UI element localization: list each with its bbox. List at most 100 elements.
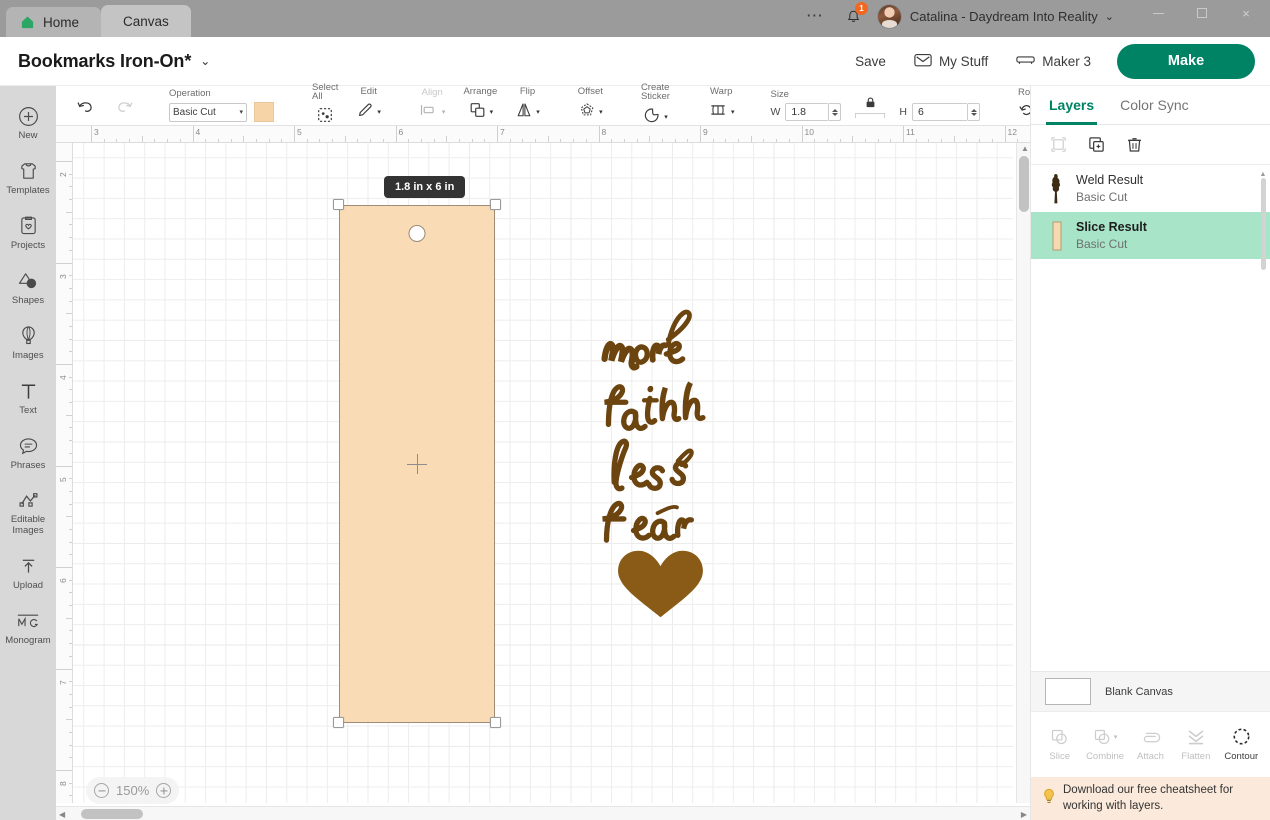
operation-select[interactable]: Basic Cut ▾	[169, 102, 247, 122]
ruler-tick-major	[395, 126, 397, 142]
group-icon[interactable]	[1047, 134, 1069, 156]
speech-bubble-icon	[18, 435, 39, 457]
ruler-tick-minor	[66, 414, 72, 416]
my-stuff-button[interactable]: My Stuff	[900, 53, 1002, 70]
sidebar-item-shapes[interactable]: Shapes	[0, 261, 56, 316]
bookmark-hole	[408, 225, 426, 242]
warp-control[interactable]: Warp ▾	[699, 87, 744, 124]
create-sticker-control[interactable]: Create Sticker ▾	[632, 82, 679, 129]
make-button[interactable]: Make	[1117, 43, 1255, 79]
ruler-tick-major	[56, 262, 72, 264]
scroll-left-arrow-icon[interactable]: ◀	[59, 810, 65, 819]
bookmark-shape[interactable]	[339, 205, 495, 723]
save-button[interactable]: Save	[841, 54, 900, 69]
ellipsis-icon[interactable]: ⋯	[796, 7, 839, 30]
ruler-tick-minor	[66, 211, 72, 213]
operation-color-swatch[interactable]	[254, 102, 274, 123]
sidebar-label-upload: Upload	[12, 580, 44, 592]
ruler-label: 3	[58, 273, 68, 279]
bell-icon[interactable]: 1	[839, 2, 869, 32]
ruler-vertical: 23456789	[56, 143, 73, 803]
canvas-scrollbar-vertical[interactable]: ▲	[1016, 143, 1030, 803]
scroll-up-arrow-icon[interactable]: ▲	[1021, 144, 1029, 153]
layer-name: Weld Result	[1076, 172, 1144, 187]
height-label: H	[899, 106, 907, 118]
layer-list-scrollbar-thumb[interactable]	[1260, 178, 1266, 270]
minimize-icon[interactable]	[1136, 0, 1180, 26]
sidebar-item-text[interactable]: Text	[0, 371, 56, 426]
project-title-chevron-down-icon[interactable]: ⌄	[200, 54, 210, 68]
tab-canvas[interactable]: Canvas	[101, 5, 191, 37]
close-icon[interactable]: ×	[1224, 0, 1268, 26]
sidebar-item-monogram[interactable]: Monogram	[0, 601, 56, 656]
edit-control[interactable]: Edit ▾	[347, 87, 390, 124]
ruler-tick-major	[700, 126, 701, 142]
pencil-icon	[356, 101, 374, 124]
align-control[interactable]: Align ▾	[410, 88, 455, 123]
sidebar-item-editable-images[interactable]: Editable Images	[0, 480, 56, 546]
machine-selector[interactable]: Maker 3	[1002, 53, 1105, 69]
zoom-in-icon[interactable]	[156, 783, 172, 798]
align-label: Align	[421, 87, 443, 99]
zoom-out-icon[interactable]	[94, 783, 109, 798]
layer-row-slice-result[interactable]: Slice Result Basic Cut	[1031, 212, 1270, 259]
home-icon	[20, 15, 35, 30]
tip-banner[interactable]: Download our free cheatsheet for working…	[1031, 777, 1270, 820]
canvas-background-label: Blank Canvas	[1105, 685, 1173, 698]
layer-row-weld-result[interactable]: Weld Result Basic Cut	[1031, 165, 1270, 212]
height-stepper[interactable]	[968, 103, 980, 121]
contour-label: Contour	[1224, 751, 1259, 762]
canvas-scrollbar-vertical-thumb[interactable]	[1019, 156, 1029, 212]
canvas-thumbnail[interactable]	[1045, 678, 1091, 705]
lock-aspect-ratio-toggle[interactable]	[855, 93, 886, 118]
resize-handle-top-left[interactable]	[333, 199, 344, 210]
width-stepper[interactable]	[829, 103, 842, 122]
tab-layers[interactable]: Layers	[1045, 86, 1098, 125]
sidebar-item-new[interactable]: New	[0, 96, 56, 151]
slice-button[interactable]: Slice	[1038, 727, 1082, 762]
tab-home[interactable]: Home	[6, 7, 102, 37]
sidebar-item-projects[interactable]: Projects	[0, 206, 56, 261]
resize-handle-bottom-left[interactable]	[333, 717, 344, 728]
delete-trash-icon[interactable]	[1123, 134, 1145, 156]
flip-control[interactable]: Flip ▾	[506, 87, 549, 124]
resize-handle-top-right[interactable]	[490, 199, 501, 210]
contour-button[interactable]: Contour	[1219, 727, 1263, 762]
tab-color-sync[interactable]: Color Sync	[1120, 86, 1188, 124]
chevron-down-icon[interactable]: ⌄	[1105, 10, 1114, 23]
undo-arrow-icon[interactable]	[70, 91, 100, 121]
maximize-icon[interactable]	[1180, 0, 1224, 26]
height-input[interactable]: 6	[912, 103, 968, 121]
redo-arrow-icon[interactable]	[110, 91, 140, 121]
sidebar-item-images[interactable]: Images	[0, 316, 56, 371]
offset-control[interactable]: Offset ▾	[569, 87, 612, 124]
layer-list-scrollbar[interactable]: ▲	[1259, 171, 1267, 271]
ruler-tick-major	[192, 126, 194, 142]
resize-handle-bottom-right[interactable]	[490, 717, 501, 728]
avatar[interactable]	[876, 4, 902, 29]
sidebar-item-upload[interactable]: Upload	[0, 546, 56, 601]
sidebar-label-phrases: Phrases	[10, 459, 46, 471]
width-input[interactable]: 1.8	[785, 103, 830, 122]
ruler-label: 10	[804, 127, 814, 137]
attach-button[interactable]: Attach	[1128, 727, 1172, 762]
combine-button[interactable]: ▾ Combine	[1083, 727, 1127, 762]
sidebar-item-templates[interactable]: Templates	[0, 151, 56, 206]
ruler-label: 6	[58, 578, 68, 583]
artwork-more-faith-less-fear[interactable]	[593, 298, 728, 628]
canvas-area[interactable]: 345678910111213 23456789 1.8 in x 6 in	[56, 126, 1030, 820]
scroll-up-arrow-icon[interactable]: ▲	[1259, 171, 1267, 178]
canvas-grid[interactable]: 1.8 in x 6 in	[73, 143, 1013, 803]
sidebar-label-templates: Templates	[6, 184, 50, 196]
canvas-scrollbar-horizontal-thumb[interactable]	[81, 809, 143, 819]
canvas-background-row[interactable]: Blank Canvas	[1031, 671, 1270, 711]
duplicate-icon[interactable]	[1085, 134, 1107, 156]
select-all-control[interactable]: Select All	[303, 82, 347, 129]
arrange-control[interactable]: Arrange ▾	[454, 87, 506, 124]
attach-paperclip-icon	[1140, 727, 1161, 746]
canvas-scrollbar-horizontal[interactable]: ◀ ▶	[56, 806, 1030, 820]
sidebar-item-phrases[interactable]: Phrases	[0, 426, 56, 481]
scroll-right-arrow-icon[interactable]: ▶	[1021, 810, 1027, 819]
ruler-label: 7	[58, 679, 68, 685]
flatten-button[interactable]: Flatten	[1174, 727, 1218, 762]
